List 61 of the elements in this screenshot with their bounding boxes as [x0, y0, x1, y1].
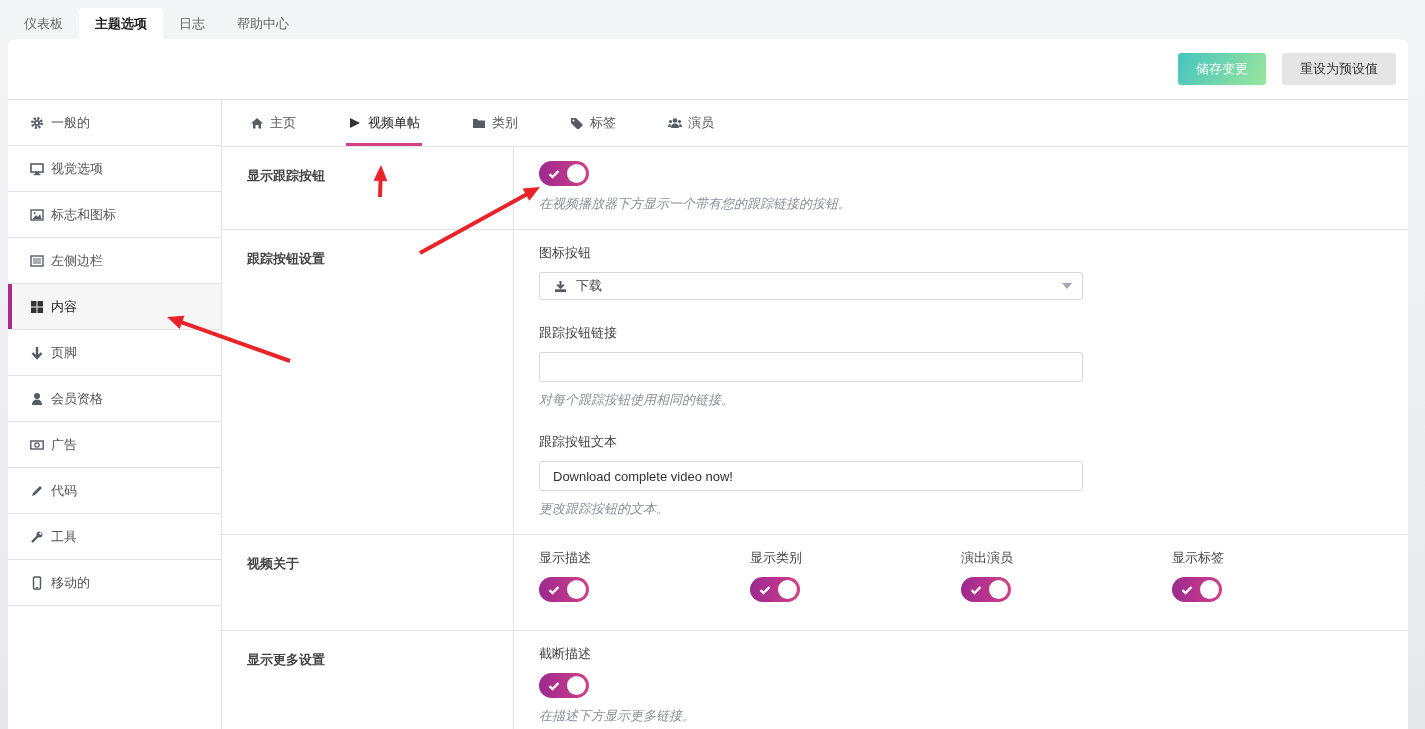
section-tab[interactable]: 主页	[248, 100, 298, 146]
field-label: 显示类别	[750, 549, 802, 567]
icon-dropdown[interactable]: 下载	[539, 272, 1083, 300]
top-tab[interactable]: 帮助中心	[221, 8, 305, 39]
field-label: 跟踪按钮文本	[539, 433, 617, 451]
phone-icon	[30, 575, 44, 590]
section-tab[interactable]: 类别	[470, 100, 520, 146]
reset-button[interactable]: 重设为预设值	[1282, 53, 1396, 85]
field-label: 图标按钮	[539, 244, 591, 262]
help-text: 在视频播放器下方显示一个带有您的跟踪链接的按钮。	[539, 195, 851, 213]
top-tab[interactable]: 日志	[163, 8, 221, 39]
pencil-icon	[30, 483, 44, 498]
field-label: 演出演员	[961, 549, 1013, 567]
top-tab[interactable]: 主题选项	[79, 8, 163, 39]
image-icon	[30, 207, 44, 222]
wrench-icon	[30, 529, 44, 544]
play-icon	[348, 117, 362, 129]
field-label: 跟踪按钮链接	[539, 324, 617, 342]
toggle-switch[interactable]	[539, 577, 589, 602]
section-tab[interactable]: 演员	[666, 100, 716, 146]
list-icon	[30, 253, 44, 268]
help-text: 对每个跟踪按钮使用相同的链接。	[539, 391, 734, 409]
down-arrow-icon	[30, 345, 44, 360]
tag-icon	[570, 117, 584, 129]
check-icon	[548, 681, 560, 691]
field-label: 显示标签	[1172, 549, 1224, 567]
sidebar-item[interactable]: 内容	[8, 284, 221, 330]
toggle-switch[interactable]	[1172, 577, 1222, 602]
help-text: 更改跟踪按钮的文本。	[539, 500, 669, 518]
monitor-icon	[30, 161, 44, 176]
annotation-arrow	[373, 165, 388, 198]
field-label: 显示描述	[539, 549, 591, 567]
gear-icon	[30, 115, 44, 130]
text-field[interactable]: Download complete video now!	[539, 461, 1083, 491]
check-icon	[548, 169, 560, 179]
banknote-icon	[30, 437, 44, 452]
field-label: 截断描述	[539, 645, 591, 663]
check-icon	[548, 585, 560, 595]
check-icon	[1181, 585, 1193, 595]
toggle-switch[interactable]	[750, 577, 800, 602]
caret-icon	[1062, 283, 1072, 289]
toggle-switch[interactable]	[539, 161, 589, 186]
setting-label: 视频关于	[247, 556, 299, 571]
section-tab[interactable]: 标签	[568, 100, 618, 146]
people-icon	[668, 117, 682, 129]
setting-label: 跟踪按钮设置	[247, 251, 325, 266]
help-text: 在描述下方显示更多链接。	[539, 707, 695, 725]
person-icon	[30, 391, 44, 406]
home-icon	[250, 117, 264, 129]
toggle-switch[interactable]	[539, 673, 589, 698]
text-field[interactable]	[539, 352, 1083, 382]
setting-label: 显示跟踪按钮	[247, 168, 325, 183]
check-icon	[970, 585, 982, 595]
top-tab[interactable]: 仪表板	[8, 8, 79, 39]
section-tab[interactable]: 视频单帖	[346, 100, 422, 146]
grid-icon	[30, 299, 44, 314]
setting-label: 显示更多设置	[247, 652, 325, 667]
folder-icon	[472, 117, 486, 129]
download-icon	[554, 279, 567, 293]
toggle-switch[interactable]	[961, 577, 1011, 602]
check-icon	[759, 585, 771, 595]
